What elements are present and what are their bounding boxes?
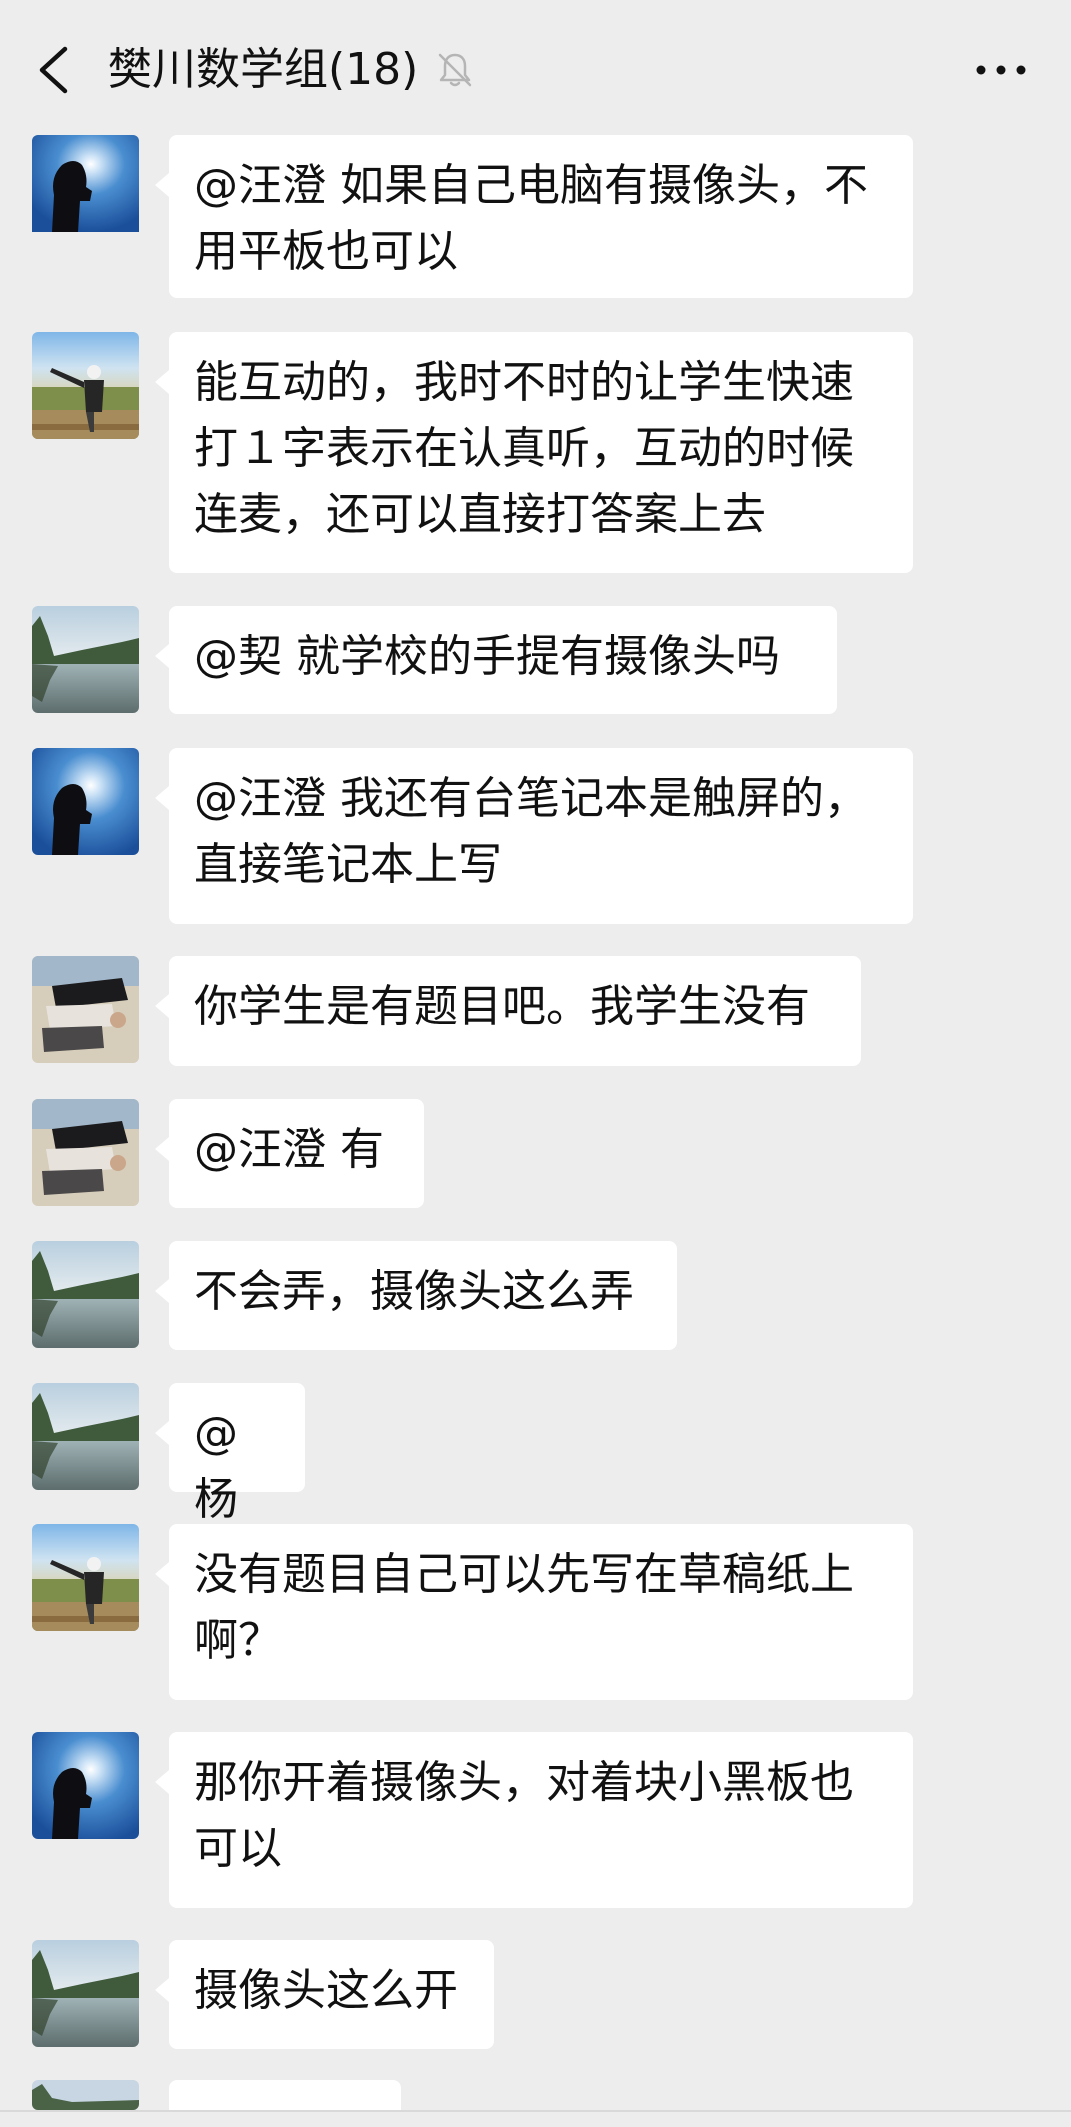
message-list[interactable]: @汪澄 如果自己电脑有摄像头，不 用平板也可以 能互动的，我时不时的让学生快速 …: [0, 0, 1071, 2127]
bell-muted-icon: [435, 50, 475, 90]
avatar-lake[interactable]: [32, 606, 139, 713]
message-line: 打１字表示在认真听，互动的时候: [194, 423, 854, 474]
message-bubble[interactable]: @契 就学校的手提有摄像头吗: [155, 606, 837, 714]
message-line: 那你开着摄像头，对着块小黑板也: [194, 1757, 854, 1808]
avatar-field-man[interactable]: [32, 1524, 139, 1631]
avatar-lake[interactable]: [32, 1940, 139, 2047]
message-bubble[interactable]: 没有题目自己可以先写在草稿纸上 啊？: [155, 1524, 913, 1700]
message-bubble[interactable]: 不会弄，摄像头这么弄: [155, 1241, 677, 1350]
message-line: 不会弄，摄像头这么弄: [194, 1266, 634, 1317]
message-bubble[interactable]: @汪澄 我还有台笔记本是触屏的， 直接笔记本上写: [155, 748, 913, 924]
message-line: 直接笔记本上写: [194, 839, 502, 890]
message-line: 用平板也可以: [194, 226, 458, 277]
avatar-sunlight[interactable]: [32, 748, 139, 855]
message-line: 你学生是有题目吧。我学生没有: [194, 981, 810, 1032]
message-bubble[interactable]: [169, 2080, 401, 2110]
message-bubble[interactable]: 摄像头这么开: [155, 1940, 494, 2049]
message-bubble[interactable]: @汪澄 有: [155, 1099, 424, 1208]
chevron-left-icon: [39, 46, 68, 94]
message-line: @杨: [194, 1408, 238, 1525]
bottom-divider: [0, 2110, 1071, 2112]
avatar-lake[interactable]: [32, 2080, 139, 2110]
chat-header: 樊川数学组(18): [0, 0, 1071, 135]
avatar-field-man[interactable]: [32, 332, 139, 439]
more-button[interactable]: [971, 48, 1031, 92]
back-button[interactable]: [30, 35, 80, 105]
message-line: 连麦，还可以直接打答案上去: [194, 489, 766, 540]
message-line: @契 就学校的手提有摄像头吗: [194, 631, 780, 682]
message-line: @汪澄 我还有台笔记本是触屏的，: [194, 773, 868, 824]
message-line: 摄像头这么开: [194, 1965, 458, 2016]
chat-title: 樊川数学组(18): [108, 44, 419, 95]
avatar-rotated-person[interactable]: [32, 956, 139, 1063]
message-line: 可以: [194, 1823, 282, 1874]
message-bubble[interactable]: 你学生是有题目吧。我学生没有: [155, 956, 861, 1066]
message-line: @汪澄 如果自己电脑有摄像头，不: [194, 160, 868, 211]
avatar-sunlight[interactable]: [32, 135, 139, 242]
message-line: 没有题目自己可以先写在草稿纸上: [194, 1549, 854, 1600]
message-bubble[interactable]: 能互动的，我时不时的让学生快速 打１字表示在认真听，互动的时候 连麦，还可以直接…: [155, 332, 913, 573]
message-line: 能互动的，我时不时的让学生快速: [194, 357, 854, 408]
message-bubble[interactable]: 那你开着摄像头，对着块小黑板也 可以: [155, 1732, 913, 1908]
avatar-rotated-person[interactable]: [32, 1099, 139, 1206]
avatar-lake[interactable]: [32, 1383, 139, 1490]
message-bubble[interactable]: @汪澄 如果自己电脑有摄像头，不 用平板也可以: [155, 135, 913, 298]
avatar-lake[interactable]: [32, 1241, 139, 1348]
avatar-sunlight[interactable]: [32, 1732, 139, 1839]
message-line: @汪澄 有: [194, 1124, 384, 1175]
message-line: 啊？: [194, 1615, 282, 1666]
message-bubble[interactable]: @杨: [155, 1383, 305, 1525]
chat-screen: @汪澄 如果自己电脑有摄像头，不 用平板也可以 能互动的，我时不时的让学生快速 …: [0, 0, 1071, 2127]
more-horizontal-icon: [976, 65, 1026, 75]
